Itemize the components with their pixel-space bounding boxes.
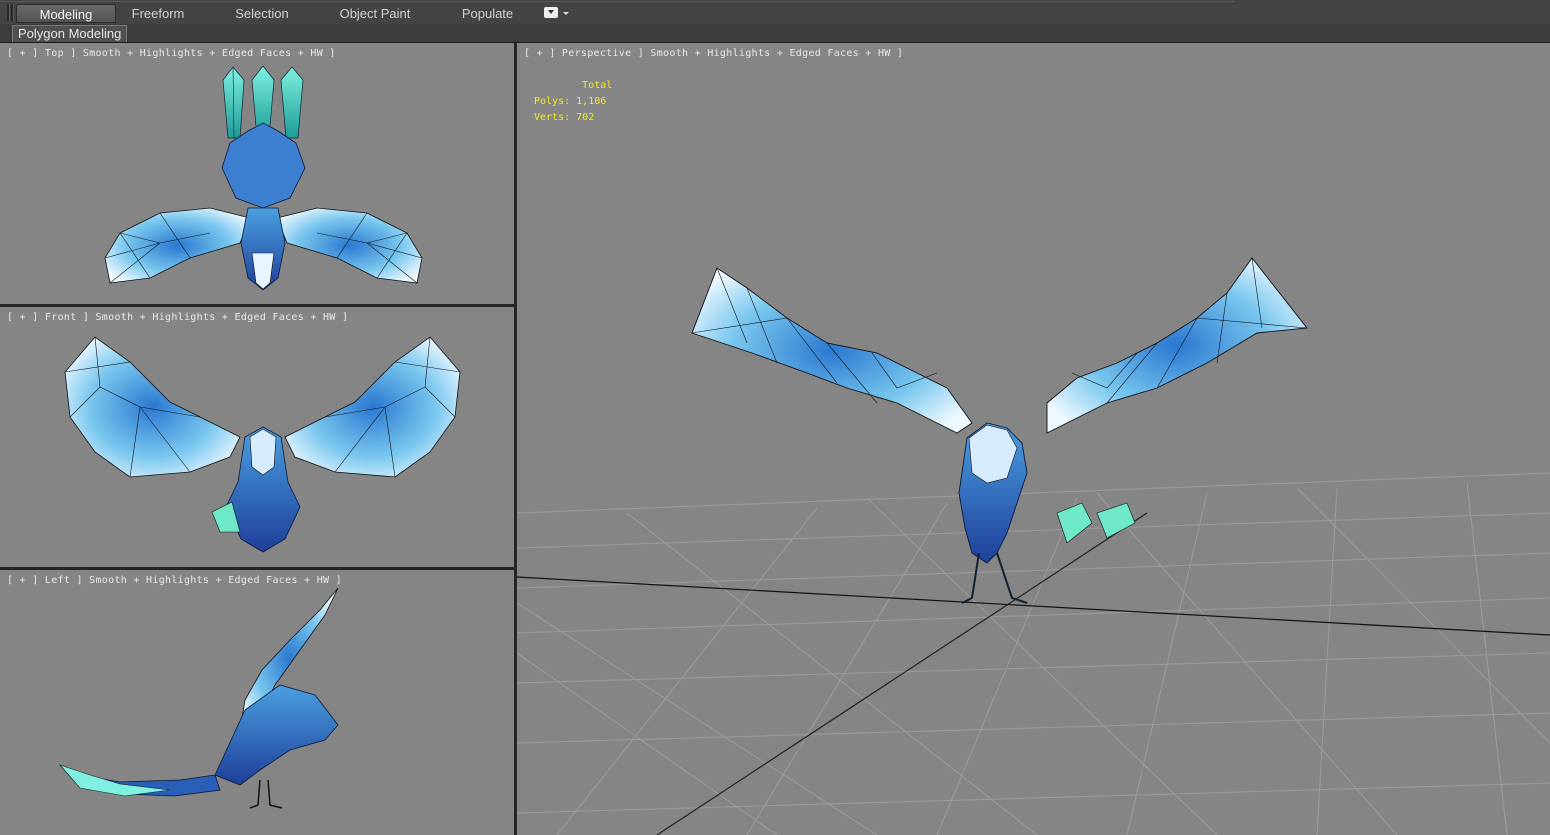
ribbon-divider [0,1,1235,2]
viewport-front[interactable]: [ + ] Front ] Smooth + Highlights + Edge… [0,307,514,567]
tab-populate[interactable]: Populate [450,4,525,23]
stats-verts: Verts: 702 [534,110,612,126]
ribbon: Modeling Freeform Selection Object Paint… [0,0,1550,24]
ribbon-grip-2[interactable] [11,4,14,22]
tab-freeform[interactable]: Freeform [118,4,198,23]
front-view-model [64,336,461,553]
viewport-perspective[interactable]: [ + ] Perspective ] Smooth + Highlights … [517,43,1550,835]
polys-value: 1,106 [576,96,607,107]
top-view-model [104,65,423,291]
polys-label: Polys: [534,96,571,107]
verts-label: Verts: [534,112,571,123]
grid [517,472,1550,835]
left-view-model [59,587,339,809]
ribbon-subbar: Polygon Modeling [0,24,1550,43]
stats-polys: Polys: 1,106 [534,94,612,110]
viewport-top[interactable]: [ + ] Top ] Smooth + Highlights + Edged … [0,43,514,304]
ribbon-grip[interactable] [7,4,10,22]
viewport-left[interactable]: [ + ] Left ] Smooth + Highlights + Edged… [0,570,514,835]
stats-header: Total [534,78,612,94]
perspective-scene [517,257,1550,835]
ribbon-options-icon[interactable] [544,7,558,18]
x-axis-line [517,576,1550,636]
tab-object-paint[interactable]: Object Paint [330,4,420,23]
tab-polygon-modeling[interactable]: Polygon Modeling [12,25,128,42]
dropdown-arrow-icon[interactable] [563,12,569,15]
tab-selection[interactable]: Selection [222,4,302,23]
y-axis-line [656,512,1148,835]
tab-modeling[interactable]: Modeling [16,4,116,23]
stats-overlay: Total Polys: 1,106 Verts: 702 [534,78,612,126]
stats-header-text: Total [582,80,613,91]
verts-value: 702 [576,112,595,123]
